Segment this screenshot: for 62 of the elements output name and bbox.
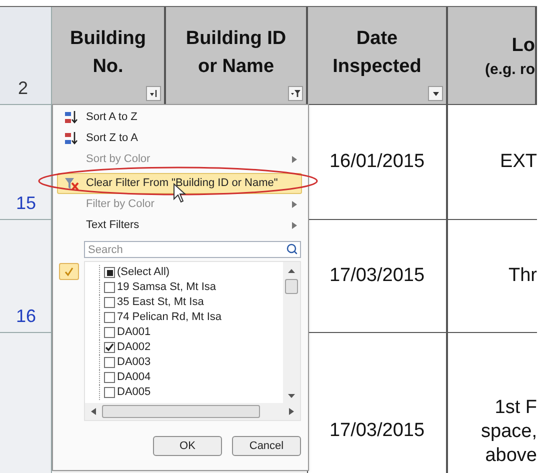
checkbox[interactable] [104,282,115,293]
search-field[interactable]: Search [84,241,301,258]
list-item[interactable]: 19 Samsa St, Mt Isa [99,280,275,295]
checkbox[interactable] [104,357,115,368]
list-item[interactable]: DA003 [99,355,275,370]
list-item[interactable]: DA005 [99,385,275,400]
location-text: EXT [500,150,537,174]
list-item[interactable]: 35 East St, Mt Isa [99,295,275,310]
menu-item[interactable]: Text Filters [57,215,302,236]
search-icon [286,243,298,255]
horizontal-scrollbar[interactable] [85,403,300,420]
scroll-thumb[interactable] [285,279,298,294]
scroll-down-icon[interactable] [288,394,295,399]
checkbox[interactable] [104,312,115,323]
filter-dropdown-button[interactable] [428,86,443,101]
dialog-button[interactable]: Cancel [232,436,301,456]
list-item[interactable]: 74 Pelican Rd, Mt Isa [99,310,275,325]
menu-item[interactable]: Sort Z to A [57,128,302,149]
sorted-arrow-icon [149,89,158,98]
submenu-arrow-icon [292,156,297,163]
menu-item[interactable]: Sort A to Z [57,107,302,128]
checkbox[interactable] [104,267,115,278]
scroll-left-icon[interactable] [91,408,96,415]
date-cell-text: 17/03/2015 [329,419,425,444]
column-header: Date Inspected [308,7,448,105]
date-cell-text: 16/01/2015 [329,150,425,174]
checkbox[interactable] [104,387,115,398]
filter-dropdown-button[interactable] [288,86,303,101]
submenu-arrow-icon [292,222,297,229]
list-item[interactable]: DA002 [99,340,275,355]
menu-item[interactable]: Clear Filter From "Building ID or Name" [57,173,302,194]
row-header: 2 [0,7,52,105]
dropdown-arrow-icon [432,92,438,96]
location-text: space, [481,420,537,444]
sort-icon [64,131,78,146]
checkbox[interactable] [104,372,115,383]
scroll-right-icon[interactable] [289,408,294,415]
column-header: Lo (e.g. ro [448,7,537,105]
location-text: 1st F [494,396,537,420]
location-text: Thr [508,264,537,288]
checkbox[interactable] [104,297,115,308]
list-item[interactable]: DA004 [99,370,275,385]
filter-dropdown-button[interactable] [146,86,161,101]
sort-icon [64,110,78,125]
checkmark-icon [58,263,78,280]
funnel-icon [290,89,300,98]
column-header: Building ID or Name [166,7,308,105]
scroll-thumb[interactable] [102,405,260,418]
date-cell-text: 17/03/2015 [329,264,425,288]
vertical-scrollbar[interactable] [283,262,300,405]
column-header: Building No. [52,7,166,105]
scroll-up-icon[interactable] [288,268,295,273]
checkbox[interactable] [104,342,115,353]
clear-filter-icon [64,176,78,190]
row-header: 15 [0,105,52,220]
list-item[interactable]: (Select All) [99,265,275,280]
location-text: above [485,444,537,468]
submenu-arrow-icon [292,201,297,208]
list-item[interactable]: DA001 [99,325,275,340]
dialog-button[interactable]: OK [153,436,222,456]
checkbox[interactable] [104,327,115,338]
row-header: 16 [0,220,52,333]
